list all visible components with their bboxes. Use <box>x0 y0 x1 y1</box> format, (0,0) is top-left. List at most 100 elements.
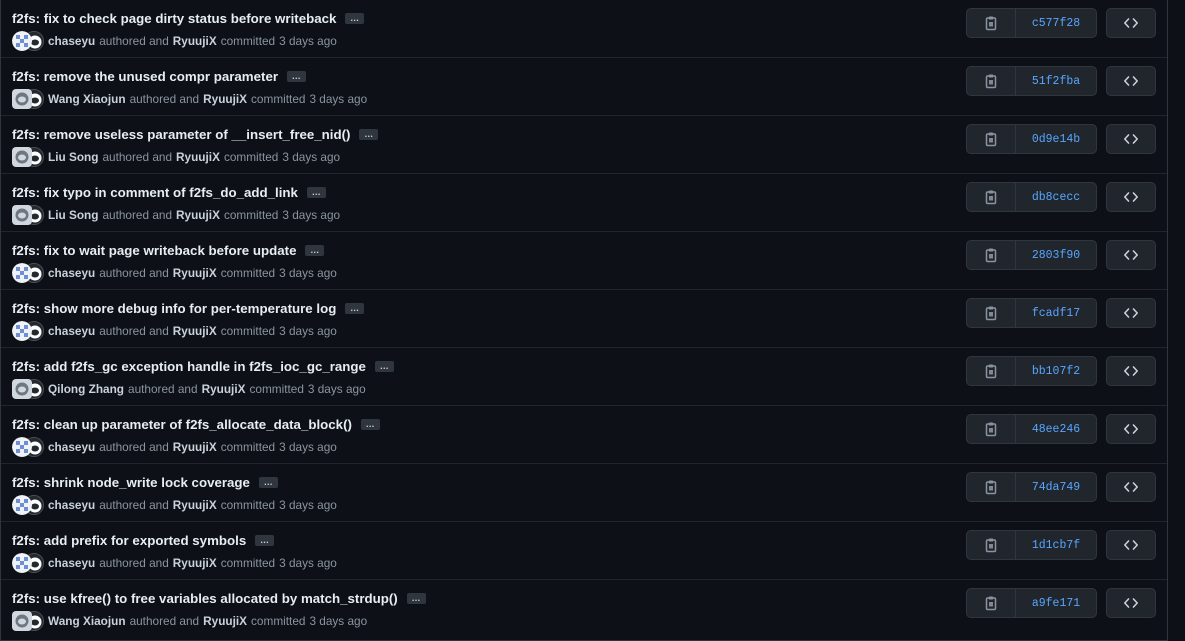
committer-name-link[interactable]: RyuujiX <box>173 34 217 48</box>
committer-name-link[interactable]: RyuujiX <box>203 92 247 106</box>
commit-sha-link[interactable]: a9fe171 <box>1016 589 1096 617</box>
browse-repo-button[interactable] <box>1106 182 1156 212</box>
committer-name-link[interactable]: RyuujiX <box>203 614 247 628</box>
author-name-link[interactable]: chaseyu <box>48 498 95 512</box>
author-name-link[interactable]: Wang Xiaojun <box>48 614 126 628</box>
browse-repo-button[interactable] <box>1106 124 1156 154</box>
committer-name-link[interactable]: RyuujiX <box>173 498 217 512</box>
commit-sha-link[interactable]: 2803f90 <box>1016 241 1096 269</box>
commit-title-link[interactable]: f2fs: fix typo in comment of f2fs_do_add… <box>12 185 298 200</box>
copy-sha-button[interactable] <box>967 9 1016 37</box>
committer-name-link[interactable]: RyuujiX <box>173 556 217 570</box>
commit-title-link[interactable]: f2fs: fix to wait page writeback before … <box>12 243 296 258</box>
author-avatar-default[interactable] <box>12 147 32 167</box>
expand-message-button[interactable]: … <box>306 186 326 198</box>
commit-title-link[interactable]: f2fs: show more debug info for per-tempe… <box>12 301 336 316</box>
commit-title-link[interactable]: f2fs: use kfree() to free variables allo… <box>12 591 398 606</box>
committer-name-link[interactable]: RyuujiX <box>202 382 246 396</box>
browse-repo-button[interactable] <box>1106 8 1156 38</box>
author-avatar-default[interactable] <box>12 205 32 225</box>
commit-title-link[interactable]: f2fs: clean up parameter of f2fs_allocat… <box>12 417 352 432</box>
expand-message-button[interactable]: … <box>345 302 365 314</box>
expand-message-button[interactable]: … <box>287 70 307 82</box>
copy-sha-button[interactable] <box>967 241 1016 269</box>
commit-row: f2fs: fix to wait page writeback before … <box>1 232 1167 290</box>
author-avatar-identicon[interactable] <box>12 495 32 515</box>
commit-meta: Liu Song authored and RyuujiX committed … <box>12 147 340 167</box>
commit-time: 3 days ago <box>279 324 337 338</box>
author-name-link[interactable]: Qilong Zhang <box>48 382 124 396</box>
committer-name-link[interactable]: RyuujiX <box>173 266 217 280</box>
author-avatar-identicon[interactable] <box>12 31 32 51</box>
browse-repo-button[interactable] <box>1106 530 1156 560</box>
browse-repo-button[interactable] <box>1106 240 1156 270</box>
expand-message-button[interactable]: … <box>255 534 275 546</box>
author-avatar-identicon[interactable] <box>12 553 32 573</box>
copy-sha-button[interactable] <box>967 415 1016 443</box>
author-name-link[interactable]: chaseyu <box>48 34 95 48</box>
commit-title-link[interactable]: f2fs: fix to check page dirty status bef… <box>12 11 336 26</box>
copy-sha-button[interactable] <box>967 473 1016 501</box>
committer-name-link[interactable]: RyuujiX <box>173 324 217 338</box>
commit-sha-link[interactable]: db8cecc <box>1016 183 1096 211</box>
browse-repo-button[interactable] <box>1106 66 1156 96</box>
committer-name-link[interactable]: RyuujiX <box>173 440 217 454</box>
copy-sha-button[interactable] <box>967 183 1016 211</box>
copy-sha-button[interactable] <box>967 67 1016 95</box>
clipboard-icon <box>985 190 997 205</box>
commit-sha-link[interactable]: 0d9e14b <box>1016 125 1096 153</box>
copy-sha-button[interactable] <box>967 589 1016 617</box>
author-avatar-identicon[interactable] <box>12 263 32 283</box>
commit-sha-link[interactable]: 1d1cb7f <box>1016 531 1096 559</box>
commit-time: 3 days ago <box>279 556 337 570</box>
expand-message-button[interactable]: … <box>374 360 394 372</box>
expand-message-button[interactable]: … <box>345 12 365 24</box>
commit-sha-link[interactable]: 51f2fba <box>1016 67 1096 95</box>
author-name-link[interactable]: Wang Xiaojun <box>48 92 126 106</box>
browse-repo-button[interactable] <box>1106 472 1156 502</box>
sha-button-group: 2803f90 <box>966 240 1097 270</box>
browse-repo-button[interactable] <box>1106 356 1156 386</box>
author-avatar-identicon[interactable] <box>12 321 32 341</box>
commit-title-link[interactable]: f2fs: add f2fs_gc exception handle in f2… <box>12 359 366 374</box>
commit-actions: 0d9e14b <box>966 124 1156 154</box>
expand-message-button[interactable]: … <box>406 592 426 604</box>
committer-name-link[interactable]: RyuujiX <box>176 150 220 164</box>
commit-sha-link[interactable]: c577f28 <box>1016 9 1096 37</box>
author-name-link[interactable]: chaseyu <box>48 324 95 338</box>
author-name-link[interactable]: chaseyu <box>48 556 95 570</box>
avatar-stack <box>12 379 44 399</box>
commit-title-link[interactable]: f2fs: shrink node_write lock coverage <box>12 475 250 490</box>
avatar-stack <box>12 89 44 109</box>
browse-repo-button[interactable] <box>1106 414 1156 444</box>
author-name-link[interactable]: chaseyu <box>48 440 95 454</box>
commit-sha-link[interactable]: bb107f2 <box>1016 357 1096 385</box>
expand-message-button[interactable]: … <box>360 418 380 430</box>
browse-repo-button[interactable] <box>1106 588 1156 618</box>
committer-name-link[interactable]: RyuujiX <box>176 208 220 222</box>
author-name-link[interactable]: Liu Song <box>48 208 98 222</box>
expand-message-button[interactable]: … <box>258 476 278 488</box>
copy-sha-button[interactable] <box>967 531 1016 559</box>
expand-message-button[interactable]: … <box>359 128 379 140</box>
commit-sha-link[interactable]: fcadf17 <box>1016 299 1096 327</box>
commit-sha-link[interactable]: 74da749 <box>1016 473 1096 501</box>
copy-sha-button[interactable] <box>967 357 1016 385</box>
commit-time: 3 days ago <box>282 208 341 222</box>
author-avatar-identicon[interactable] <box>12 437 32 457</box>
commit-sha-link[interactable]: 48ee246 <box>1016 415 1096 443</box>
copy-sha-button[interactable] <box>967 125 1016 153</box>
browse-repo-button[interactable] <box>1106 298 1156 328</box>
avatar-stack <box>12 437 44 457</box>
author-avatar-default[interactable] <box>12 89 32 109</box>
author-avatar-default[interactable] <box>12 611 32 631</box>
commit-title-link[interactable]: f2fs: remove the unused compr parameter <box>12 69 278 84</box>
code-icon <box>1124 250 1138 260</box>
author-name-link[interactable]: Liu Song <box>48 150 98 164</box>
author-name-link[interactable]: chaseyu <box>48 266 95 280</box>
expand-message-button[interactable]: … <box>305 244 325 256</box>
commit-title-link[interactable]: f2fs: add prefix for exported symbols <box>12 533 246 548</box>
commit-title-link[interactable]: f2fs: remove useless parameter of __inse… <box>12 127 350 142</box>
copy-sha-button[interactable] <box>967 299 1016 327</box>
author-avatar-default[interactable] <box>12 379 32 399</box>
